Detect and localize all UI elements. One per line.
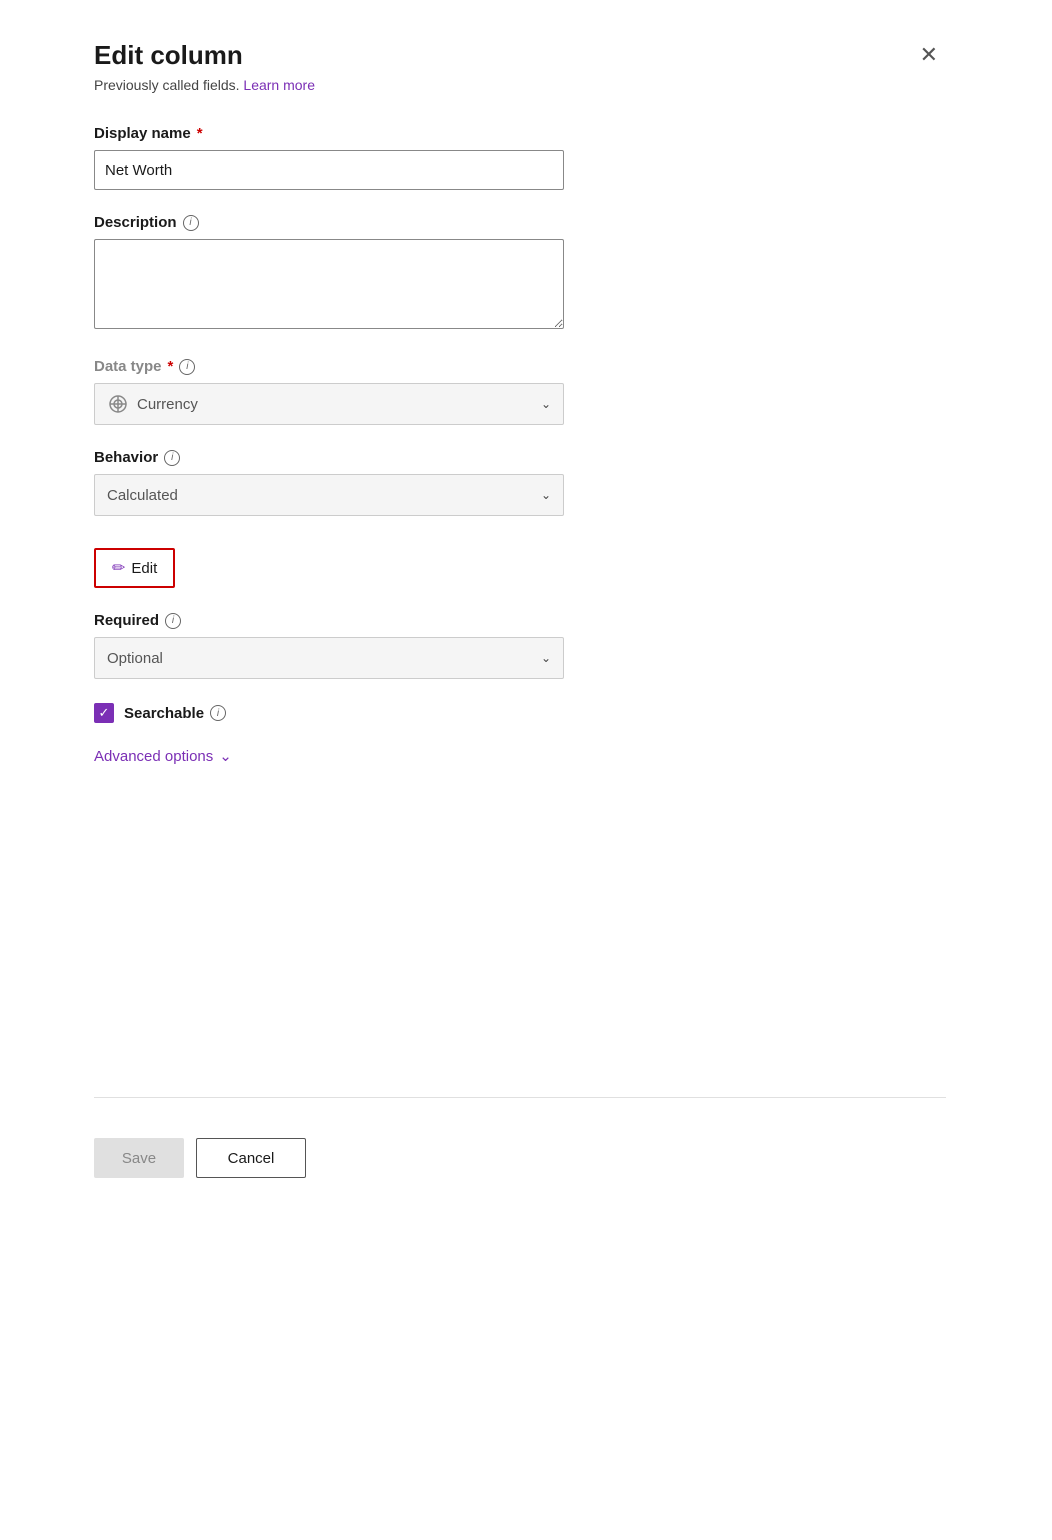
description-info-icon[interactable]: i: [183, 215, 199, 231]
panel-header: Edit column ✕: [94, 40, 946, 71]
required-select[interactable]: Optional ⌄: [94, 637, 564, 679]
edit-column-panel: Edit column ✕ Previously called fields. …: [66, 0, 986, 1540]
data-type-value: Currency: [137, 396, 198, 413]
required-label: Required i: [94, 612, 946, 629]
behavior-label: Behavior i: [94, 449, 946, 466]
cancel-button[interactable]: Cancel: [196, 1138, 306, 1178]
required-select-wrapper: Optional ⌄: [94, 637, 564, 679]
footer: Save Cancel: [94, 1097, 946, 1178]
data-type-info-icon[interactable]: i: [179, 359, 195, 375]
description-label-text: Description: [94, 214, 177, 231]
subtitle-text: Previously called fields.: [94, 77, 240, 93]
data-type-select-wrapper: Currency ⌄: [94, 383, 564, 425]
display-name-input[interactable]: [94, 150, 564, 190]
display-name-label: Display name *: [94, 125, 946, 142]
behavior-group: Behavior i Calculated ⌄: [94, 449, 946, 516]
edit-button[interactable]: ✏ Edit: [94, 548, 175, 588]
searchable-checkbox[interactable]: ✓: [94, 703, 114, 723]
behavior-label-text: Behavior: [94, 449, 158, 466]
searchable-info-icon[interactable]: i: [210, 705, 226, 721]
data-type-label-text: Data type: [94, 358, 162, 375]
data-type-chevron-icon: ⌄: [541, 397, 551, 411]
required-label-text: Required: [94, 612, 159, 629]
required-star: *: [197, 125, 203, 142]
learn-more-link[interactable]: Learn more: [243, 77, 315, 93]
behavior-chevron-icon: ⌄: [541, 488, 551, 502]
display-name-label-text: Display name: [94, 125, 191, 142]
checkbox-check-icon: ✓: [99, 705, 110, 721]
edit-pencil-icon: ✏: [112, 558, 125, 578]
data-type-group: Data type * i Currency: [94, 358, 946, 425]
data-type-select-left: Currency: [107, 393, 198, 415]
advanced-options-button[interactable]: Advanced options ⌄: [94, 747, 946, 765]
close-button[interactable]: ✕: [912, 40, 946, 70]
panel-title: Edit column: [94, 40, 243, 71]
required-chevron-icon: ⌄: [541, 651, 551, 665]
advanced-options-label: Advanced options: [94, 748, 213, 765]
required-group: Required i Optional ⌄: [94, 612, 946, 679]
edit-button-label: Edit: [131, 560, 157, 577]
description-textarea[interactable]: [94, 239, 564, 329]
edit-button-group: ✏ Edit: [94, 540, 946, 588]
close-icon: ✕: [920, 42, 938, 67]
data-type-label: Data type * i: [94, 358, 946, 375]
panel-subtitle: Previously called fields. Learn more: [94, 77, 946, 93]
behavior-select-wrapper: Calculated ⌄: [94, 474, 564, 516]
data-type-required-star: *: [168, 358, 174, 375]
description-group: Description i: [94, 214, 946, 334]
searchable-row: ✓ Searchable i: [94, 703, 946, 723]
data-type-select[interactable]: Currency ⌄: [94, 383, 564, 425]
behavior-info-icon[interactable]: i: [164, 450, 180, 466]
currency-icon: [107, 393, 129, 415]
required-info-icon[interactable]: i: [165, 613, 181, 629]
required-value: Optional: [107, 650, 163, 667]
display-name-group: Display name *: [94, 125, 946, 190]
description-label: Description i: [94, 214, 946, 231]
save-button[interactable]: Save: [94, 1138, 184, 1178]
behavior-value: Calculated: [107, 487, 178, 504]
behavior-select[interactable]: Calculated ⌄: [94, 474, 564, 516]
advanced-options-chevron-icon: ⌄: [219, 747, 232, 765]
searchable-label-text: Searchable: [124, 705, 204, 722]
searchable-label: Searchable i: [124, 705, 226, 722]
